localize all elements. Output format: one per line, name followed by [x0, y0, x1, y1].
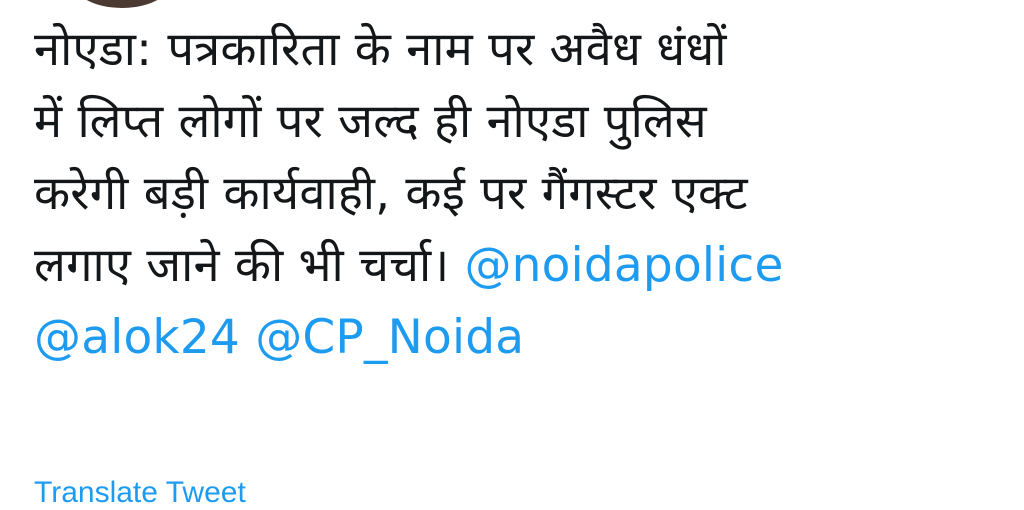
tweet-text: नोएडा: पत्रकारिता के नाम पर अवैध धंधों म…: [34, 14, 994, 374]
tweet-line-with-mention: लगाए जाने की भी चर्चा। @noidapolice: [34, 230, 994, 302]
avatar[interactable]: [70, 0, 174, 8]
tweet-mentions-line: @alok24 @CP_Noida: [34, 302, 994, 374]
tweet-line: करेगी बड़ी कार्यवाही, कई पर गैंगस्टर एक्…: [34, 166, 748, 221]
mention-alok24[interactable]: @alok24: [34, 310, 240, 365]
mention-cp-noida[interactable]: @CP_Noida: [255, 310, 524, 365]
mention-noidapolice[interactable]: @noidapolice: [464, 238, 783, 293]
translate-tweet-link[interactable]: Translate Tweet: [34, 476, 246, 510]
tweet-line: नोएडा: पत्रकारिता के नाम पर अवैध धंधों: [34, 22, 727, 77]
tweet-line-text: लगाए जाने की भी चर्चा।: [34, 238, 450, 293]
tweet-line: में लिप्त लोगों पर जल्द ही नोएडा पुलिस: [34, 94, 707, 149]
